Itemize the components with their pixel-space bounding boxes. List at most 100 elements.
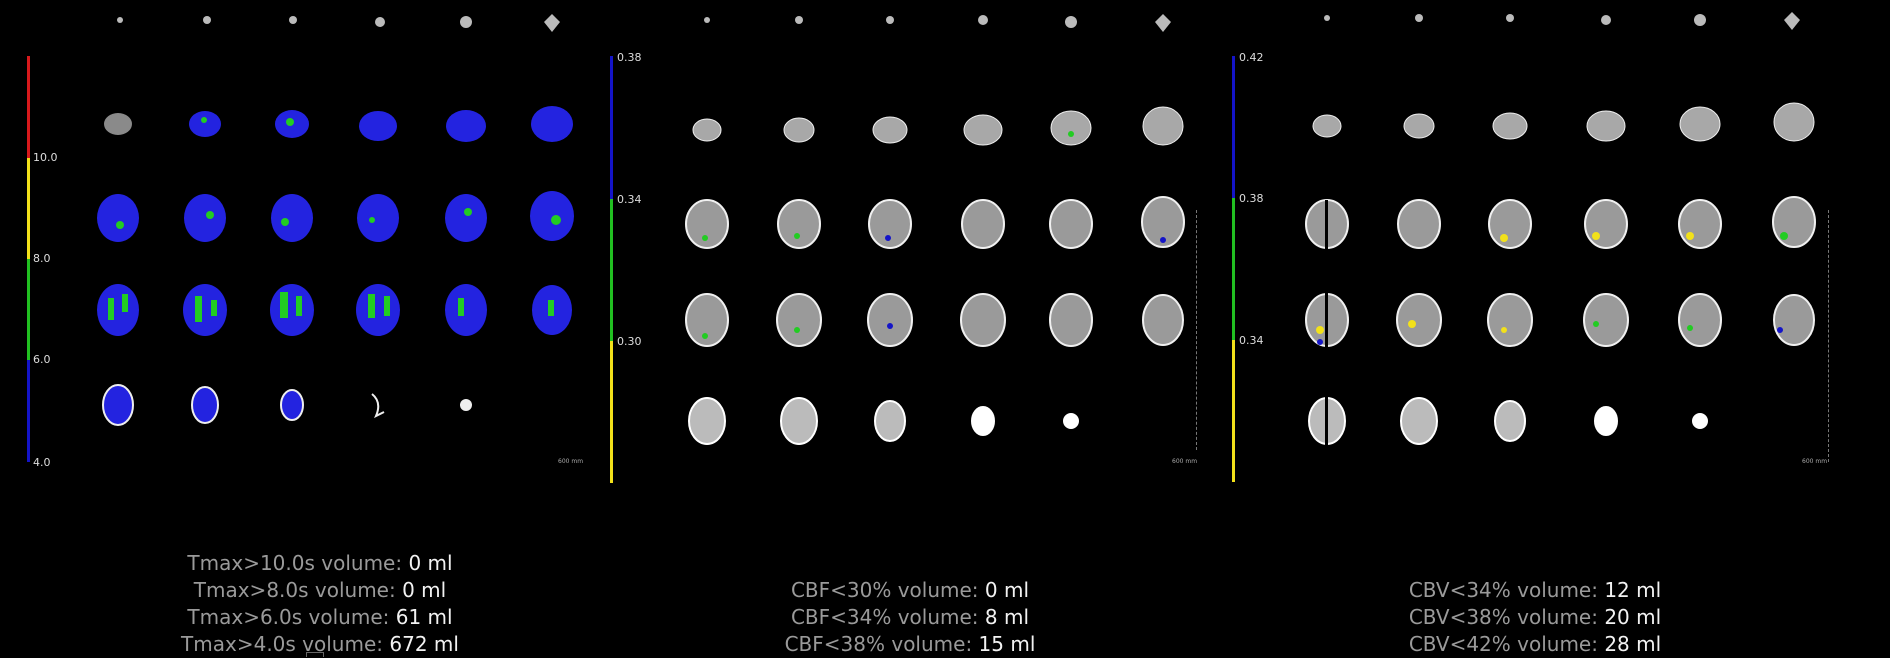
perfusion-deficit xyxy=(1592,232,1600,240)
perfusion-deficit xyxy=(458,298,464,316)
volume-row: Tmax>6.0s volume: 61 ml xyxy=(110,604,530,631)
volume-row: CBV<38% volume: 20 ml xyxy=(1335,604,1735,631)
perfusion-deficit xyxy=(195,296,202,322)
perfusion-deficit xyxy=(885,235,891,241)
brain-slice xyxy=(1403,113,1435,139)
volume-row: CBF<34% volume: 8 ml xyxy=(710,604,1110,631)
brain-slice xyxy=(544,14,560,32)
brain-slice xyxy=(280,389,304,421)
volume-label: Tmax>6.0s volume: xyxy=(187,605,390,629)
brain-slice xyxy=(971,406,995,436)
volume-label: Tmax>4.0s volume: xyxy=(181,632,384,656)
volume-label: CBF<30% volume: xyxy=(790,578,979,602)
slice-row-1 xyxy=(692,106,1184,146)
brain-slice xyxy=(371,393,385,419)
brain-slice xyxy=(102,384,134,426)
slice-row-4 xyxy=(102,384,472,426)
brain-slice xyxy=(203,16,211,24)
brain-slice xyxy=(868,199,912,249)
perfusion-deficit xyxy=(1687,325,1693,331)
brain-slice xyxy=(1692,413,1708,429)
perfusion-deficit xyxy=(296,296,302,316)
brain-slice xyxy=(1049,199,1093,249)
brain-slice xyxy=(1773,294,1815,346)
brain-slice xyxy=(1678,199,1722,249)
volume-value: 61 ml xyxy=(395,605,453,629)
slice-row-3 xyxy=(97,284,572,336)
brain-slice xyxy=(1492,112,1528,140)
brain-slice xyxy=(1678,293,1722,347)
brain-slice xyxy=(1400,397,1438,445)
brain-slice xyxy=(867,293,913,347)
cbf-volume-stats: CBF<30% volume: 0 ml CBF<34% volume: 8 m… xyxy=(710,577,1110,658)
brain-slice xyxy=(963,114,1003,146)
perfusion-deficit xyxy=(794,233,800,239)
volume-value: 15 ml xyxy=(978,632,1036,656)
brain-slice xyxy=(776,293,822,347)
cbv-volume-stats: CBV<34% volume: 12 ml CBV<38% volume: 20… xyxy=(1335,577,1735,658)
brain-slice xyxy=(271,194,313,242)
perfusion-deficit xyxy=(1068,131,1074,137)
volume-label: CBV<42% volume: xyxy=(1408,632,1598,656)
slice-row-2 xyxy=(1305,196,1816,249)
perfusion-deficit xyxy=(211,300,217,316)
brain-slice xyxy=(1415,14,1423,22)
brain-slice xyxy=(978,15,988,25)
volume-label: CBV<34% volume: xyxy=(1408,578,1598,602)
perfusion-deficit xyxy=(1408,320,1416,328)
slice-row-1 xyxy=(1312,102,1815,142)
slice-row-2 xyxy=(685,196,1185,249)
brain-slice xyxy=(960,293,1006,347)
brain-slice xyxy=(704,17,710,23)
volume-value: 0 ml xyxy=(408,551,453,575)
brain-slice xyxy=(356,284,400,336)
brain-slice xyxy=(795,16,803,24)
brain-slice xyxy=(191,386,219,424)
volume-value: 12 ml xyxy=(1604,578,1662,602)
brain-slice xyxy=(1487,293,1533,347)
perfusion-deficit xyxy=(1316,326,1324,334)
brain-slice xyxy=(460,399,472,411)
brain-slice xyxy=(1488,199,1532,249)
brain-slice xyxy=(117,17,123,23)
brain-slice xyxy=(1065,16,1077,28)
vendor-logo xyxy=(306,652,324,657)
volume-row: Tmax>8.0s volume: 0 ml xyxy=(110,577,530,604)
unit-label: 600 mm xyxy=(558,458,584,465)
lesion-markers xyxy=(702,131,1166,339)
brain-slice xyxy=(357,194,399,242)
brain-slice xyxy=(1494,400,1526,442)
volume-value: 8 ml xyxy=(984,605,1030,629)
brain-slice xyxy=(289,16,297,24)
brain-slice xyxy=(777,199,821,249)
brain-slice xyxy=(104,113,132,135)
perfusion-deficit xyxy=(108,298,114,320)
volume-label: Tmax>10.0s volume: xyxy=(187,551,403,575)
perfusion-deficit xyxy=(368,294,375,318)
brain-slice xyxy=(688,397,726,445)
slice-row-0 xyxy=(117,14,560,32)
perfusion-deficit xyxy=(280,292,288,318)
brain-slice xyxy=(1049,293,1093,347)
perfusion-deficit xyxy=(384,296,390,316)
perfusion-deficit xyxy=(201,117,207,123)
brain-slice xyxy=(445,194,487,242)
perfusion-deficit xyxy=(548,300,554,316)
volume-row: CBV<42% volume: 28 ml xyxy=(1335,631,1735,658)
slice-row-1 xyxy=(104,106,573,142)
slice-row-0 xyxy=(1324,12,1800,30)
brain-slice xyxy=(530,191,574,241)
brain-slice xyxy=(1050,110,1092,146)
brain-slice xyxy=(1784,12,1800,30)
volume-label: CBF<34% volume: xyxy=(790,605,979,629)
volume-row: CBF<30% volume: 0 ml xyxy=(710,577,1110,604)
brain-slice xyxy=(1584,199,1628,249)
perfusion-deficit xyxy=(1501,327,1507,333)
brain-slice xyxy=(445,284,487,336)
slice-row-3 xyxy=(685,293,1184,347)
brain-slice xyxy=(1324,15,1330,21)
perfusion-deficit xyxy=(1500,234,1508,242)
perfusion-deficit xyxy=(887,323,893,329)
brain-slice xyxy=(1142,106,1184,146)
brain-slice xyxy=(1063,413,1079,429)
